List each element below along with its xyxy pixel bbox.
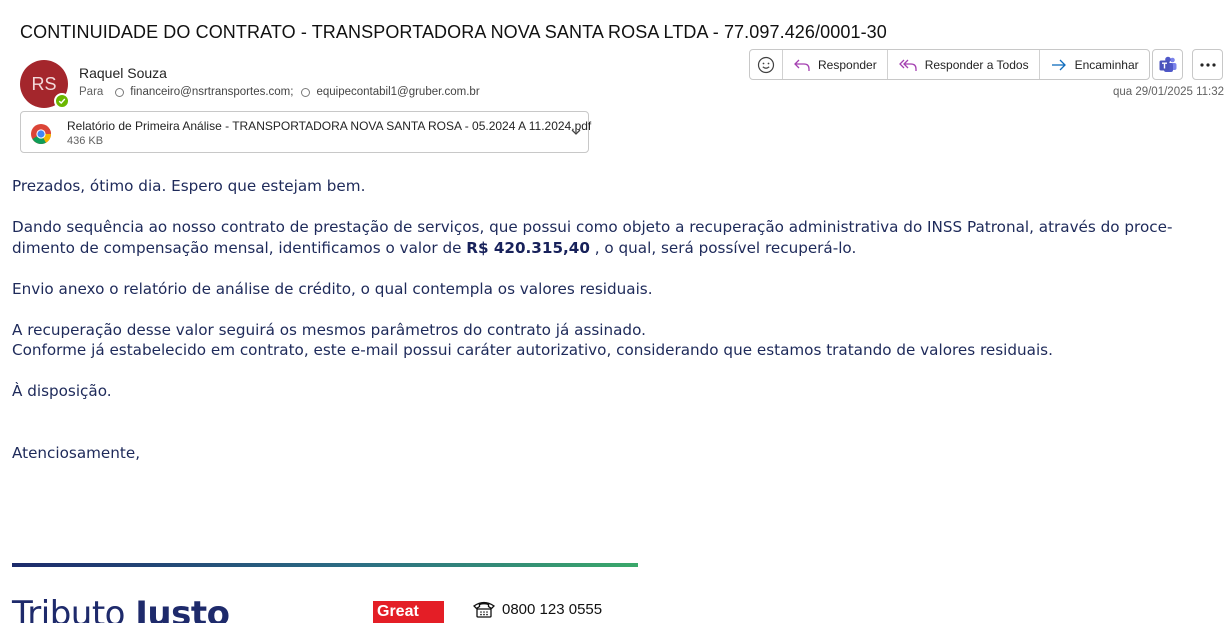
email-body: Prezados, ótimo dia. Espero que estejam … bbox=[12, 176, 1222, 463]
smiley-icon bbox=[757, 56, 775, 73]
email-reading-pane: CONTINUIDADE DO CONTRATO - TRANSPORTADOR… bbox=[0, 0, 1230, 623]
paragraph-text: Conforme já estabelecido em contrato, es… bbox=[12, 341, 1053, 359]
greeting-text: Prezados, ótimo dia. Espero que estejam … bbox=[12, 177, 366, 195]
forward-label: Encaminhar bbox=[1074, 57, 1139, 72]
forward-icon bbox=[1051, 59, 1066, 70]
paragraph-text: A recuperação desse valor seguirá os mes… bbox=[12, 320, 646, 339]
attachment-filename: Relatório de Primeira Análise - TRANSPOR… bbox=[67, 119, 592, 133]
paragraph-line: dimento de compensação mensal, identific… bbox=[12, 238, 467, 257]
reply-icon bbox=[794, 59, 810, 71]
avatar-initials: RS bbox=[31, 73, 57, 94]
attachment-size: 436 KB bbox=[67, 135, 104, 147]
attachment-card[interactable]: Relatório de Primeira Análise - TRANSPOR… bbox=[20, 111, 592, 153]
received-date: qua 29/01/2025 11:32 bbox=[1112, 86, 1224, 98]
reply-label: Responder bbox=[818, 57, 877, 72]
signature-phone: 0800 123 0555 bbox=[472, 600, 602, 618]
paragraph-line: Dando sequência ao nosso contrato de pre… bbox=[12, 218, 1173, 236]
paragraph-line: , o qual, será possível recuperá-lo. bbox=[589, 238, 857, 257]
great-place-badge: Great bbox=[373, 601, 444, 623]
reply-all-label: Responder a Todos bbox=[924, 57, 1029, 72]
more-actions-button[interactable] bbox=[1192, 49, 1223, 80]
teams-chat-button[interactable] bbox=[1152, 49, 1183, 80]
forward-button[interactable]: Encaminhar bbox=[1040, 50, 1149, 79]
presence-unknown-icon bbox=[115, 87, 125, 97]
recipients-line: Para financeiro@nsrtransportes.com; equi… bbox=[79, 86, 480, 98]
logo-text-light: Tributo bbox=[12, 594, 136, 623]
recipient-2[interactable]: equipecontabil1@gruber.com.br bbox=[316, 86, 479, 98]
teams-icon bbox=[1159, 56, 1176, 72]
presence-available-icon bbox=[54, 93, 70, 109]
reply-button[interactable]: Responder bbox=[783, 50, 888, 79]
recipient-1[interactable]: financeiro@nsrtransportes.com; bbox=[130, 86, 293, 98]
paragraph-text: Dando sequência ao nosso contrato de pre… bbox=[12, 217, 1222, 238]
presence-unknown-icon bbox=[301, 87, 311, 97]
paragraph-text: dimento de compensação mensal, identific… bbox=[12, 238, 1222, 259]
phone-icon bbox=[472, 601, 496, 618]
reply-all-button[interactable]: Responder a Todos bbox=[888, 50, 1040, 79]
emoji-reaction-button[interactable] bbox=[750, 50, 783, 79]
recovery-amount: R$ 420.315,40 bbox=[466, 238, 590, 257]
message-actions-toolbar: Responder Responder a Todos Encaminhar bbox=[749, 49, 1150, 80]
company-logo: Tributo Justo bbox=[12, 594, 230, 623]
chevron-down-icon[interactable] bbox=[570, 126, 582, 138]
reply-all-icon bbox=[898, 59, 917, 71]
more-icon bbox=[1199, 62, 1216, 67]
paragraph-text: À disposição. bbox=[12, 382, 112, 400]
signature-divider bbox=[12, 563, 638, 567]
badge-text: Great bbox=[377, 603, 419, 620]
sender-name[interactable]: Raquel Souza bbox=[79, 65, 167, 81]
chrome-icon bbox=[31, 124, 52, 145]
phone-number[interactable]: 0800 123 0555 bbox=[502, 601, 602, 618]
email-subject: CONTINUIDADE DO CONTRATO - TRANSPORTADOR… bbox=[20, 22, 887, 42]
closing-text: Atenciosamente, bbox=[12, 443, 141, 462]
logo-text-bold: Justo bbox=[135, 594, 230, 623]
paragraph-text: Envio anexo o relatório de análise de cr… bbox=[12, 279, 653, 298]
to-label: Para bbox=[79, 86, 104, 98]
